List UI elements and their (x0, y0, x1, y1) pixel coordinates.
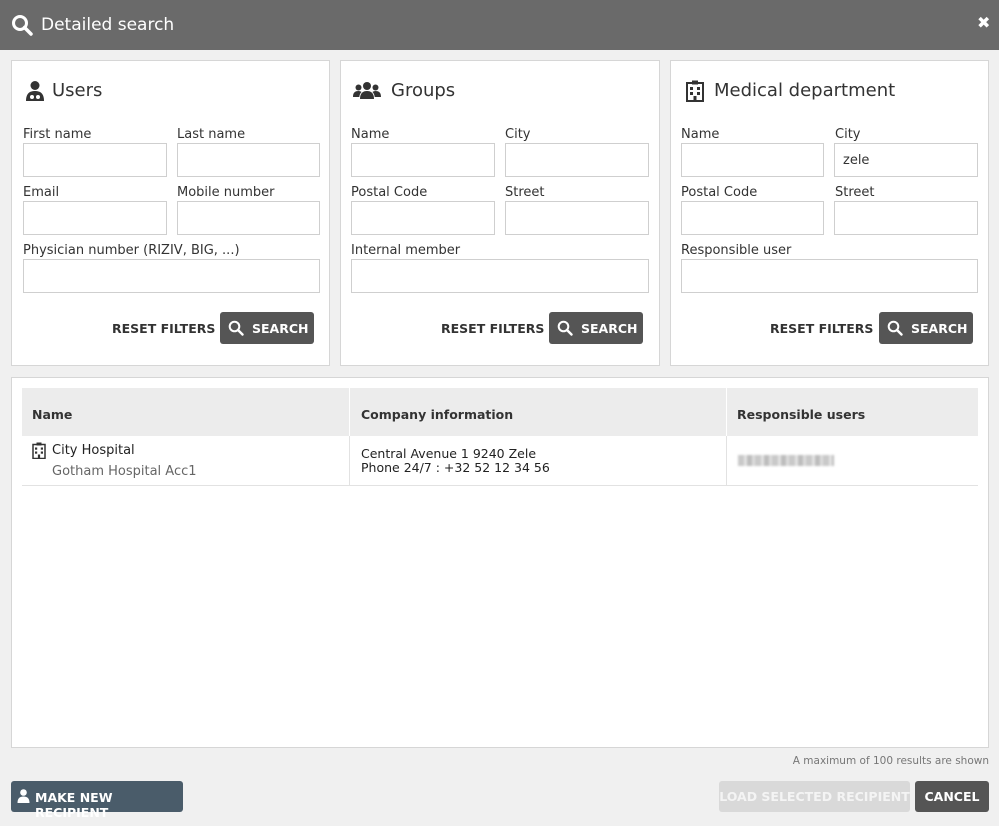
groups-search-button[interactable]: SEARCH (549, 312, 643, 344)
group-street-label: Street (505, 185, 545, 200)
search-icon (887, 320, 903, 336)
department-street-input[interactable] (834, 201, 978, 235)
medical-department-panel: Medical department Name City Postal Code… (670, 60, 989, 366)
table-row[interactable]: City Hospital Gotham Hospital Acc1 Centr… (22, 436, 978, 486)
users-reset-filters-button[interactable]: RESET FILTERS (112, 321, 215, 336)
medical-reset-filters-button[interactable]: RESET FILTERS (770, 321, 873, 336)
group-city-input[interactable] (505, 143, 649, 177)
physician-number-label: Physician number (RIZIV, BIG, ...) (23, 243, 240, 258)
groups-reset-filters-button[interactable]: RESET FILTERS (441, 321, 544, 336)
hospital-icon (32, 442, 46, 459)
mobile-number-input[interactable] (177, 201, 320, 235)
search-icon (228, 320, 244, 336)
search-icon (557, 320, 573, 336)
responsible-user-input[interactable] (681, 259, 978, 293)
max-results-note: A maximum of 100 results are shown (792, 755, 989, 767)
groups-panel: Groups Name City Postal Code Street Inte… (340, 60, 660, 366)
medical-search-button[interactable]: SEARCH (879, 312, 973, 344)
mobile-number-label: Mobile number (177, 185, 275, 200)
responsible-user-label: Responsible user (681, 243, 792, 258)
column-header-company-information[interactable]: Company information (349, 388, 726, 436)
medical-search-label: SEARCH (911, 321, 968, 336)
cancel-button[interactable]: CANCEL (915, 781, 989, 812)
results-table-header: Name Company information Responsible use… (22, 388, 978, 436)
user-icon (17, 789, 30, 803)
group-name-label: Name (351, 127, 390, 142)
organization-subname: Gotham Hospital Acc1 (52, 464, 197, 479)
hospital-icon (686, 80, 704, 102)
table-cell-responsible-users (726, 436, 978, 486)
first-name-input[interactable] (23, 143, 167, 177)
email-label: Email (23, 185, 60, 200)
organization-name: City Hospital (52, 443, 135, 458)
results-panel: Name Company information Responsible use… (11, 377, 989, 748)
internal-member-label: Internal member (351, 243, 461, 258)
last-name-label: Last name (177, 127, 246, 142)
last-name-input[interactable] (177, 143, 320, 177)
make-new-recipient-button[interactable]: MAKE NEW RECIPIENT (11, 781, 183, 820)
medical-department-title: Medical department (714, 80, 896, 101)
groups-title: Groups (391, 80, 456, 101)
company-information: Central Avenue 1 9240 Zele Phone 24/7 : … (361, 447, 550, 474)
group-city-label: City (505, 127, 531, 142)
users-group-icon (353, 82, 381, 99)
department-name-label: Name (681, 127, 720, 142)
column-header-responsible-users[interactable]: Responsible users (726, 388, 978, 436)
group-postal-code-input[interactable] (351, 201, 495, 235)
department-name-input[interactable] (681, 143, 824, 177)
groups-search-label: SEARCH (581, 321, 638, 336)
department-postal-code-label: Postal Code (681, 185, 758, 200)
user-doctor-icon (26, 81, 44, 101)
group-street-input[interactable] (505, 201, 649, 235)
column-header-name[interactable]: Name (22, 388, 349, 436)
load-selected-recipient-button[interactable]: LOAD SELECTED RECIPIENT (719, 781, 910, 812)
table-cell-name: City Hospital Gotham Hospital Acc1 (22, 436, 349, 486)
company-phone: Phone 24/7 : +32 52 12 34 56 (361, 459, 550, 475)
department-postal-code-input[interactable] (681, 201, 824, 235)
responsible-user-redacted (738, 455, 834, 466)
users-search-button[interactable]: SEARCH (220, 312, 314, 344)
first-name-label: First name (23, 127, 92, 142)
dialog-titlebar: Detailed search ✖ (0, 0, 999, 50)
table-cell-company-information: Central Avenue 1 9240 Zele Phone 24/7 : … (349, 436, 726, 486)
group-name-input[interactable] (351, 143, 495, 177)
close-icon[interactable]: ✖ (977, 16, 990, 32)
department-city-label: City (835, 127, 861, 142)
internal-member-input[interactable] (351, 259, 649, 293)
department-city-input[interactable] (834, 143, 978, 177)
users-search-label: SEARCH (252, 321, 309, 336)
group-postal-code-label: Postal Code (351, 185, 428, 200)
department-street-label: Street (835, 185, 875, 200)
company-address: Central Avenue 1 9240 Zele (361, 446, 537, 461)
email-input[interactable] (23, 201, 167, 235)
make-new-recipient-label: MAKE NEW RECIPIENT (35, 790, 113, 820)
search-icon (12, 15, 33, 36)
users-title: Users (52, 80, 103, 101)
dialog-title: Detailed search (41, 15, 175, 35)
physician-number-input[interactable] (23, 259, 320, 293)
users-panel: Users First name Last name Email Mobile … (11, 60, 330, 366)
